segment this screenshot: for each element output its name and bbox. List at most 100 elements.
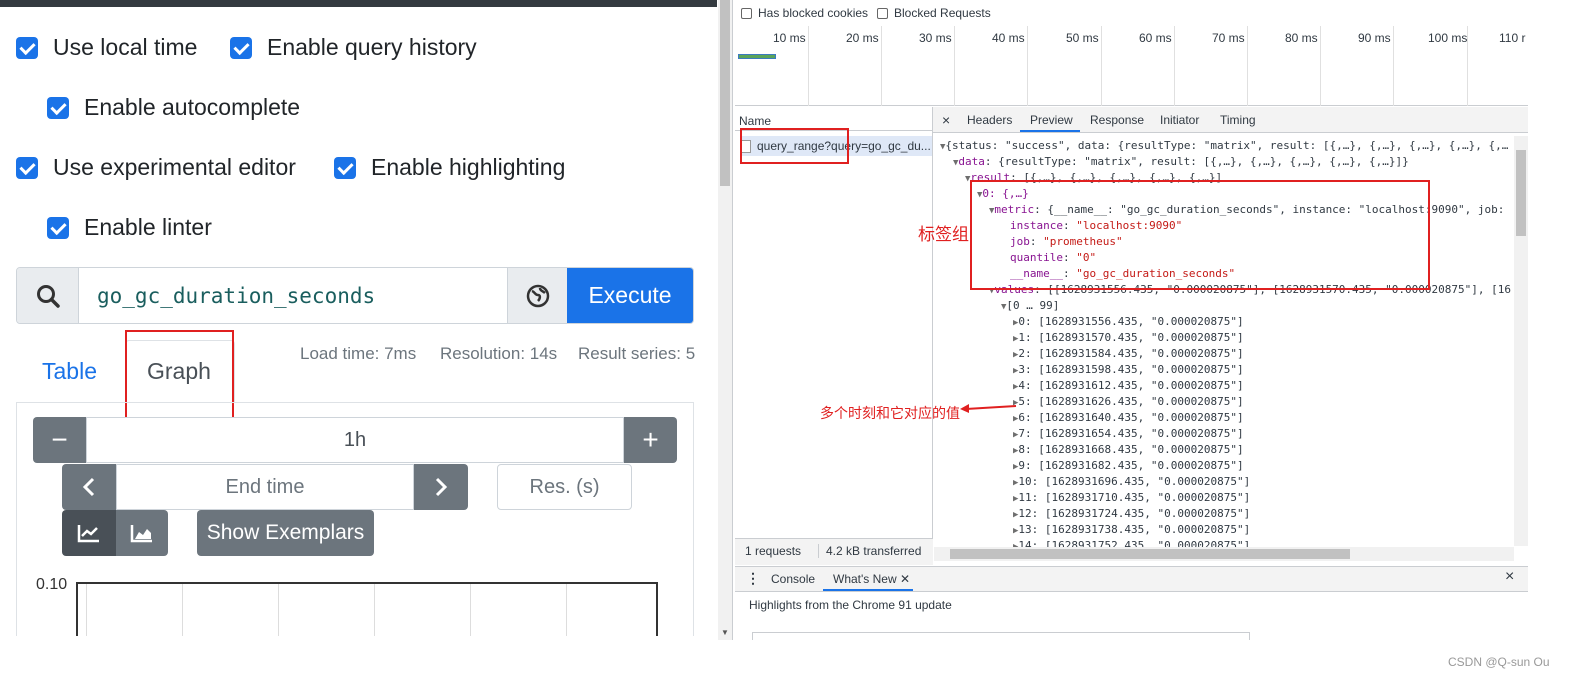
page-scrollbar[interactable]: ▼ xyxy=(718,0,732,640)
bottom-cutoff xyxy=(0,636,717,680)
resolution-stat: Resolution: 14s xyxy=(440,344,558,363)
json-value-row[interactable]: ▶5: [1628931626.435, "0.000020875"] xyxy=(1013,395,1244,408)
active-tab-indicator xyxy=(1020,130,1080,132)
end-time-forward-button[interactable] xyxy=(414,464,468,510)
json-value-row[interactable]: ▶14: [1628931752.435, "0.000020875"] xyxy=(1013,539,1250,547)
line-chart-mode-button[interactable] xyxy=(62,510,116,556)
use-local-time-checkbox[interactable]: Use local time xyxy=(16,34,197,61)
timeline-tick: 100 ms xyxy=(1428,31,1468,45)
json-value-row[interactable]: ▶6: [1628931640.435, "0.000020875"] xyxy=(1013,411,1244,424)
timeline-tick: 20 ms xyxy=(846,31,879,45)
tab-timing[interactable]: Timing xyxy=(1220,113,1256,127)
annotation-label-group: 标签组 xyxy=(918,225,969,244)
json-preview-line[interactable]: ▼{status: "success", data: {resultType: … xyxy=(940,139,1515,152)
resolution-input[interactable]: Res. (s) xyxy=(497,464,632,510)
top-navbar xyxy=(0,0,717,7)
annotation-arrow-icon xyxy=(960,404,1017,413)
transferred-size: 4.2 kB transferred xyxy=(818,544,921,558)
timeline-tick: 40 ms xyxy=(992,31,1025,45)
tab-initiator[interactable]: Initiator xyxy=(1160,113,1199,127)
close-drawer-icon[interactable]: × xyxy=(1505,568,1514,586)
timeline-tick: 110 r xyxy=(1499,31,1526,45)
end-time-back-button[interactable] xyxy=(62,464,116,510)
drawer-tab-console[interactable]: Console xyxy=(771,572,815,586)
enable-query-history-checkbox[interactable]: Enable query history xyxy=(230,34,477,61)
timeline-tick: 50 ms xyxy=(1066,31,1099,45)
enable-autocomplete-checkbox[interactable]: Enable autocomplete xyxy=(47,94,300,121)
checkbox-checked-icon xyxy=(334,156,356,179)
json-preview-line[interactable]: ▼[0 … 99] xyxy=(1001,299,1059,312)
highlight-box-request xyxy=(740,128,849,164)
json-value-row[interactable]: ▶9: [1628931682.435, "0.000020875"] xyxy=(1013,459,1244,472)
close-tab-icon[interactable]: ✕ xyxy=(900,572,910,586)
tab-table[interactable]: Table xyxy=(42,358,97,385)
enable-highlighting-checkbox[interactable]: Enable highlighting xyxy=(334,154,565,181)
json-value-row[interactable]: ▶0: [1628931556.435, "0.000020875"] xyxy=(1013,315,1244,328)
json-value-row[interactable]: ▶2: [1628931584.435, "0.000020875"] xyxy=(1013,347,1244,360)
close-detail-icon[interactable]: × xyxy=(942,112,950,128)
area-chart-icon xyxy=(130,525,152,543)
annotation-times-values: 多个时刻和它对应的值 xyxy=(820,405,960,421)
y-axis-tick-label: 0.10 xyxy=(36,576,68,593)
checkbox-checked-icon xyxy=(47,96,69,119)
increase-range-button[interactable]: + xyxy=(624,417,677,463)
enable-linter-checkbox[interactable]: Enable linter xyxy=(47,214,212,241)
expression-input[interactable]: go_gc_duration_seconds xyxy=(79,268,507,323)
whats-new-heading: Highlights from the Chrome 91 update xyxy=(749,598,952,612)
drawer-menu-icon[interactable]: ⋮ xyxy=(746,570,760,587)
decrease-range-button[interactable]: − xyxy=(33,417,86,463)
checkbox-checked-icon xyxy=(47,216,69,239)
blocked-requests-checkbox[interactable]: Blocked Requests xyxy=(877,6,991,20)
show-exemplars-button[interactable]: Show Exemplars xyxy=(197,510,374,556)
metrics-explorer-globe-icon[interactable] xyxy=(507,268,567,323)
timeline-tick: 30 ms xyxy=(919,31,952,45)
timeline-tick: 80 ms xyxy=(1285,31,1318,45)
checkbox-checked-icon xyxy=(16,36,38,59)
active-drawer-tab-indicator xyxy=(823,589,913,591)
end-time-input[interactable]: End time xyxy=(116,464,414,510)
tab-headers[interactable]: Headers xyxy=(967,113,1012,127)
timeline-tick: 60 ms xyxy=(1139,31,1172,45)
request-waterfall-bar xyxy=(738,54,776,59)
checkbox-checked-icon xyxy=(230,36,252,59)
execute-button[interactable]: Execute xyxy=(567,268,693,323)
json-value-row[interactable]: ▶10: [1628931696.435, "0.000020875"] xyxy=(1013,475,1250,488)
json-value-row[interactable]: ▶11: [1628931710.435, "0.000020875"] xyxy=(1013,491,1250,504)
watermark: CSDN @Q-sun Ou xyxy=(1448,655,1550,669)
timeline-tick: 70 ms xyxy=(1212,31,1245,45)
json-preview-line[interactable]: ▼data: {resultType: "matrix", result: [{… xyxy=(953,155,1513,168)
json-value-row[interactable]: ▶3: [1628931598.435, "0.000020875"] xyxy=(1013,363,1244,376)
network-timeline-overview[interactable]: 10 ms 20 ms 30 ms 40 ms 50 ms 60 ms 70 m… xyxy=(735,26,1528,106)
json-value-row[interactable]: ▶8: [1628931668.435, "0.000020875"] xyxy=(1013,443,1244,456)
whats-new-card xyxy=(752,632,1250,640)
line-chart-icon xyxy=(77,525,99,543)
preview-horizontal-scrollbar[interactable] xyxy=(934,547,1514,561)
stacked-chart-mode-button[interactable] xyxy=(116,510,168,556)
expression-input-group: go_gc_duration_seconds Execute xyxy=(16,267,694,324)
use-experimental-editor-checkbox[interactable]: Use experimental editor xyxy=(16,154,296,181)
search-icon xyxy=(17,268,79,323)
load-time-stat: Load time: 7ms xyxy=(300,344,417,363)
result-series-stat: Result series: 5 xyxy=(578,344,696,363)
has-blocked-cookies-checkbox[interactable]: Has blocked cookies xyxy=(741,6,868,20)
drawer-tab-whats-new[interactable]: What's New ✕ xyxy=(833,572,910,586)
json-value-row[interactable]: ▶4: [1628931612.435, "0.000020875"] xyxy=(1013,379,1244,392)
json-value-row[interactable]: ▶12: [1628931724.435, "0.000020875"] xyxy=(1013,507,1250,520)
range-input[interactable]: 1h xyxy=(86,417,624,463)
highlight-box-labels xyxy=(970,180,1430,290)
chevron-right-icon xyxy=(435,477,448,497)
json-value-row[interactable]: ▶13: [1628931738.435, "0.000020875"] xyxy=(1013,523,1250,536)
tab-preview[interactable]: Preview xyxy=(1030,113,1073,127)
chevron-left-icon xyxy=(82,477,95,497)
timeline-tick: 10 ms xyxy=(773,31,806,45)
preview-vertical-scrollbar[interactable] xyxy=(1514,136,1528,546)
checkbox-checked-icon xyxy=(16,156,38,179)
name-column-header[interactable]: Name xyxy=(739,114,771,128)
json-value-row[interactable]: ▶1: [1628931570.435, "0.000020875"] xyxy=(1013,331,1244,344)
json-value-row[interactable]: ▶7: [1628931654.435, "0.000020875"] xyxy=(1013,427,1244,440)
timeline-tick: 90 ms xyxy=(1358,31,1391,45)
requests-count: 1 requests xyxy=(745,544,802,558)
tab-response[interactable]: Response xyxy=(1090,113,1144,127)
request-list xyxy=(735,107,933,565)
graph-plot-area xyxy=(76,582,658,644)
